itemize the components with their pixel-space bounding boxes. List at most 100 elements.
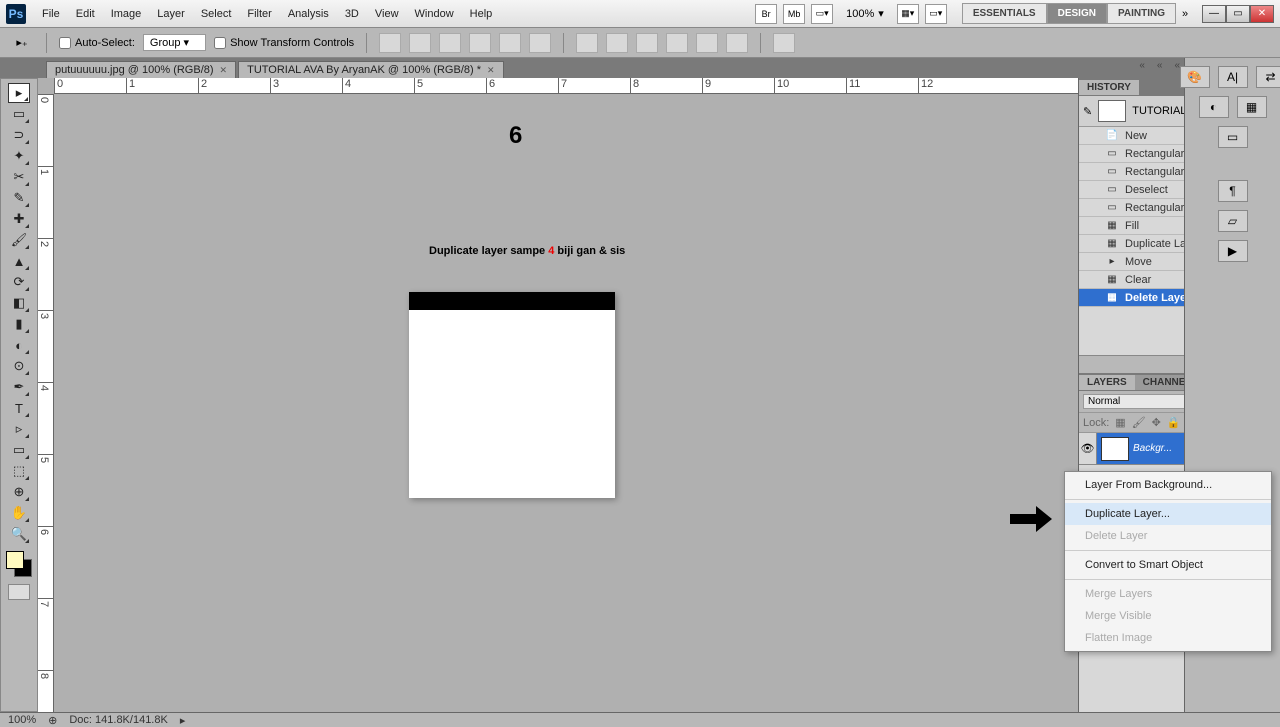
menu-view[interactable]: View: [367, 8, 407, 20]
color-swatch[interactable]: [6, 551, 32, 577]
menu-filter[interactable]: Filter: [239, 8, 279, 20]
3d-tool[interactable]: ⬚: [8, 461, 30, 481]
document-tab[interactable]: TUTORIAL AVA By AryanAK @ 100% (RGB/8) *…: [238, 61, 503, 78]
quick-select-tool[interactable]: ✦: [8, 146, 30, 166]
auto-select-target-select[interactable]: Group ▾: [143, 34, 206, 51]
masks-panel-icon[interactable]: ▭: [1218, 126, 1248, 148]
layer-visibility-icon[interactable]: 👁: [1079, 433, 1097, 464]
lock-all-icon[interactable]: 🔒: [1167, 416, 1181, 429]
maximize-button[interactable]: ▭: [1226, 5, 1250, 23]
minimize-button[interactable]: —: [1202, 5, 1226, 23]
status-zoom[interactable]: 100%: [8, 714, 36, 726]
more-workspaces-button[interactable]: »: [1176, 8, 1194, 20]
hand-tool[interactable]: ✋: [8, 503, 30, 523]
align-bottom-button[interactable]: [439, 33, 461, 53]
shape-tool[interactable]: ▭: [8, 440, 30, 460]
lock-pixels-icon[interactable]: 🖌: [1132, 416, 1146, 429]
healing-tool[interactable]: ✚: [8, 209, 30, 229]
layers-tab[interactable]: LAYERS: [1079, 375, 1135, 390]
history-brush-tool[interactable]: ⟳: [8, 272, 30, 292]
context-menu-item[interactable]: Convert to Smart Object: [1065, 554, 1271, 576]
swatches-panel-icon[interactable]: ⇄: [1256, 66, 1280, 88]
expand-dock-icon[interactable]: «: [1139, 60, 1145, 71]
menu-select[interactable]: Select: [193, 8, 240, 20]
quick-mask-button[interactable]: [8, 584, 30, 600]
lock-transparency-icon[interactable]: ▦: [1115, 416, 1125, 429]
eraser-tool[interactable]: ◧: [8, 293, 30, 313]
workspace-tab[interactable]: DESIGN: [1047, 3, 1107, 24]
menu-3d[interactable]: 3D: [337, 8, 367, 20]
align-top-button[interactable]: [379, 33, 401, 53]
zoom-level-select[interactable]: 100%▾: [840, 7, 890, 20]
launch-minibridge-button[interactable]: Mb: [783, 4, 805, 24]
distribute-1-button[interactable]: [576, 33, 598, 53]
transform-panel-icon[interactable]: ▱: [1218, 210, 1248, 232]
distribute-5-button[interactable]: [696, 33, 718, 53]
history-brush-source-icon[interactable]: ✎: [1083, 105, 1092, 118]
crop-tool[interactable]: ✂: [8, 167, 30, 187]
distribute-6-button[interactable]: [726, 33, 748, 53]
3d-camera-tool[interactable]: ⊕: [8, 482, 30, 502]
lock-position-icon[interactable]: ✥: [1152, 416, 1161, 429]
align-vcenter-button[interactable]: [409, 33, 431, 53]
launch-bridge-button[interactable]: Br: [755, 4, 777, 24]
eyedropper-tool[interactable]: ✎: [8, 188, 30, 208]
marquee-tool[interactable]: ▭: [8, 104, 30, 124]
distribute-2-button[interactable]: [606, 33, 628, 53]
status-expand-icon[interactable]: ▸: [180, 714, 186, 727]
history-tab[interactable]: HISTORY: [1079, 80, 1139, 95]
type-tool[interactable]: T: [8, 398, 30, 418]
document-tab[interactable]: putuuuuuu.jpg @ 100% (RGB/8)✕: [46, 61, 236, 78]
status-doc-size[interactable]: Doc: 141.8K/141.8K: [69, 714, 167, 726]
close-tab-icon[interactable]: ✕: [487, 65, 495, 76]
layer-name[interactable]: Backgr...: [1133, 443, 1172, 454]
menu-edit[interactable]: Edit: [68, 8, 103, 20]
auto-select-checkbox[interactable]: Auto-Select:: [59, 37, 135, 49]
menu-image[interactable]: Image: [103, 8, 150, 20]
menu-help[interactable]: Help: [462, 8, 501, 20]
horizontal-ruler: 0123456789101112: [54, 78, 1078, 94]
context-menu-item[interactable]: Duplicate Layer...: [1065, 503, 1271, 525]
distribute-3-button[interactable]: [636, 33, 658, 53]
menu-file[interactable]: File: [34, 8, 68, 20]
close-tab-icon[interactable]: ✕: [220, 65, 228, 76]
arrange-docs-button[interactable]: ▦▾: [897, 4, 919, 24]
app-icon: Ps: [6, 4, 26, 24]
color-panel-icon[interactable]: 🎨: [1180, 66, 1210, 88]
align-left-button[interactable]: [469, 33, 491, 53]
menu-analysis[interactable]: Analysis: [280, 8, 337, 20]
gradient-tool[interactable]: ▮: [8, 314, 30, 334]
actions-panel-icon[interactable]: ▶: [1218, 240, 1248, 262]
pen-tool[interactable]: ✒: [8, 377, 30, 397]
history-state-icon: ▦: [1105, 273, 1119, 287]
styles-panel-icon[interactable]: ▦: [1237, 96, 1267, 118]
menu-layer[interactable]: Layer: [149, 8, 193, 20]
snapshot-thumb: [1098, 100, 1126, 122]
blur-tool[interactable]: ◐: [8, 335, 30, 355]
move-tool[interactable]: ▸: [8, 83, 30, 103]
lasso-tool[interactable]: ⊃: [8, 125, 30, 145]
show-transform-checkbox[interactable]: Show Transform Controls: [214, 37, 354, 49]
workspace-tab[interactable]: PAINTING: [1107, 3, 1176, 24]
brush-tool[interactable]: 🖌: [8, 230, 30, 250]
context-menu-item[interactable]: Layer From Background...: [1065, 474, 1271, 496]
screen-mode-button[interactable]: ▭▾: [811, 4, 833, 24]
path-select-tool[interactable]: ▹: [8, 419, 30, 439]
paragraph-panel-icon[interactable]: ¶: [1218, 180, 1248, 202]
distribute-4-button[interactable]: [666, 33, 688, 53]
close-button[interactable]: ✕: [1250, 5, 1274, 23]
dodge-tool[interactable]: ⊙: [8, 356, 30, 376]
character-panel-icon[interactable]: A|: [1218, 66, 1248, 88]
history-state-label: Clear: [1125, 274, 1151, 286]
screen-mode-2-button[interactable]: ▭▾: [925, 4, 947, 24]
active-tool-icon: ▸₊: [10, 33, 34, 53]
align-right-button[interactable]: [529, 33, 551, 53]
menu-window[interactable]: Window: [407, 8, 462, 20]
workspace-tab[interactable]: ESSENTIALS: [962, 3, 1047, 24]
stamp-tool[interactable]: ▲: [8, 251, 30, 271]
auto-align-button[interactable]: [773, 33, 795, 53]
zoom-tool[interactable]: 🔍: [8, 524, 30, 544]
align-hcenter-button[interactable]: [499, 33, 521, 53]
adjustments-panel-icon[interactable]: ◐: [1199, 96, 1229, 118]
expand-dock-icon[interactable]: «: [1157, 60, 1163, 71]
